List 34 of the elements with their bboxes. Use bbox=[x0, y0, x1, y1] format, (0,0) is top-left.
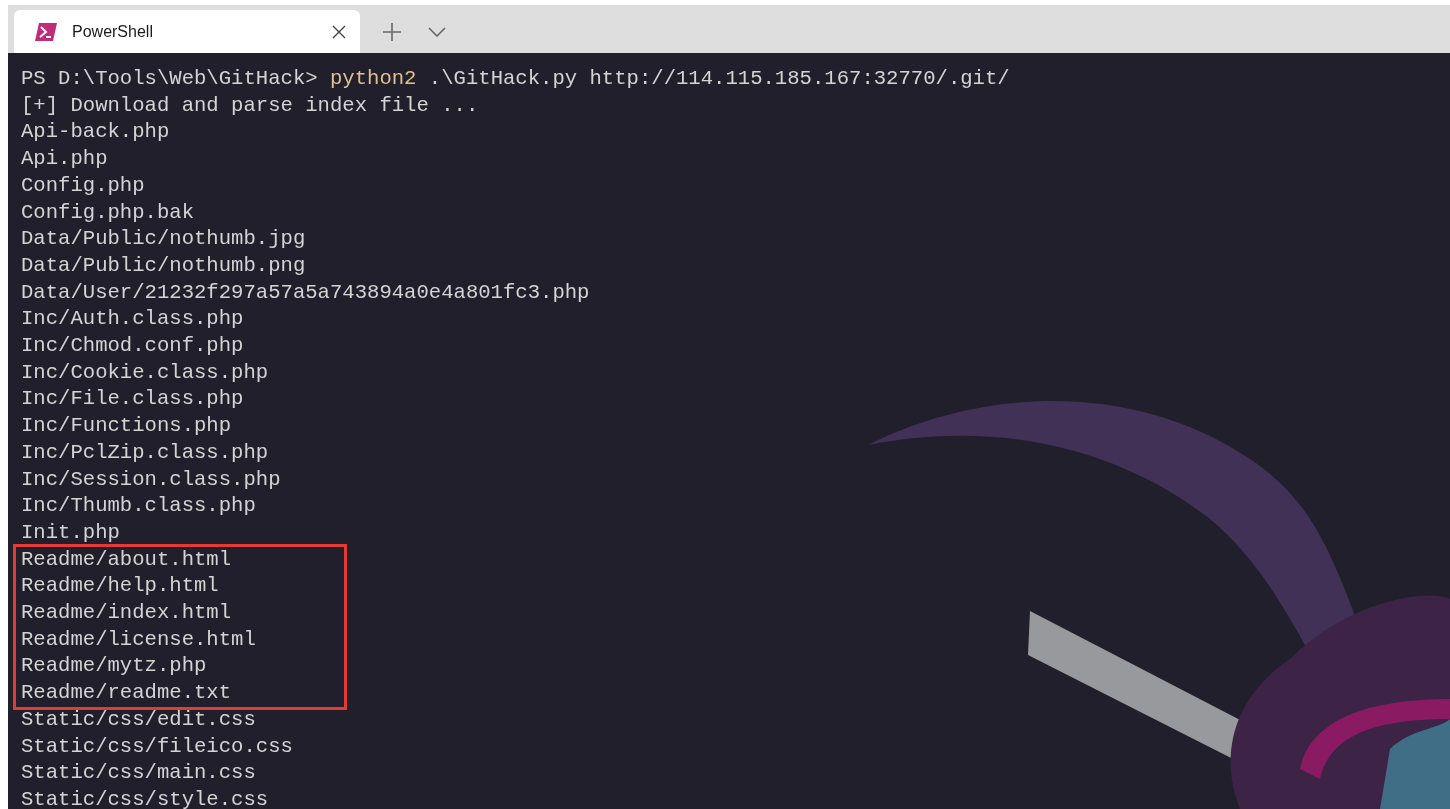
output-line: Inc/Session.class.php bbox=[21, 466, 281, 493]
output-line: Config.php.bak bbox=[21, 199, 195, 226]
output-line: Data/Public/nothumb.jpg bbox=[21, 226, 306, 253]
output-line: Data/User/21232f297a57a5a743894a0e4a801fc3.php bbox=[21, 279, 590, 306]
terminal-tab[interactable]: PowerShell bbox=[14, 10, 360, 53]
output-line: Static/css/style.css bbox=[21, 787, 269, 809]
command-line: PS D:\Tools\Web\GitHack> python2 .\GitHack.py http://114.115.185.167:32770/.git/ bbox=[21, 66, 1010, 92]
powershell-icon bbox=[34, 21, 58, 42]
output-line: Inc/Thumb.class.php bbox=[21, 493, 256, 520]
output-line: [+] Download and parse index file ... bbox=[21, 92, 479, 119]
output-line: Inc/Cookie.class.php bbox=[21, 359, 269, 386]
output-line: Api.php bbox=[21, 146, 108, 173]
close-icon[interactable] bbox=[332, 24, 346, 39]
plus-icon[interactable] bbox=[382, 21, 402, 42]
chevron-down-icon[interactable] bbox=[428, 26, 446, 37]
output-line: Static/css/main.css bbox=[21, 760, 256, 787]
output-line: Readme/index.html bbox=[21, 600, 232, 627]
output-line: Inc/Auth.class.php bbox=[21, 306, 244, 333]
output-line: Readme/help.html bbox=[21, 573, 219, 600]
output-line: Config.php bbox=[21, 172, 145, 199]
output-line: Readme/license.html bbox=[21, 626, 256, 653]
output-line: Static/css/edit.css bbox=[21, 706, 256, 733]
output-line: Readme/about.html bbox=[21, 546, 232, 573]
output-line: Api-back.php bbox=[21, 119, 170, 146]
output-line: Init.php bbox=[21, 519, 120, 546]
output-line: Readme/mytz.php bbox=[21, 653, 207, 680]
output-line: Readme/readme.txt bbox=[21, 680, 232, 707]
output-line: Inc/Chmod.conf.php bbox=[21, 333, 244, 360]
output-line: Inc/File.class.php bbox=[21, 386, 244, 413]
output-line: Data/Public/nothumb.png bbox=[21, 252, 306, 279]
output-line: Inc/Functions.php bbox=[21, 413, 232, 440]
output-line: Inc/PclZip.class.php bbox=[21, 439, 269, 466]
output-line: Static/css/fileico.css bbox=[21, 733, 293, 760]
tab-label: PowerShell bbox=[72, 21, 154, 42]
